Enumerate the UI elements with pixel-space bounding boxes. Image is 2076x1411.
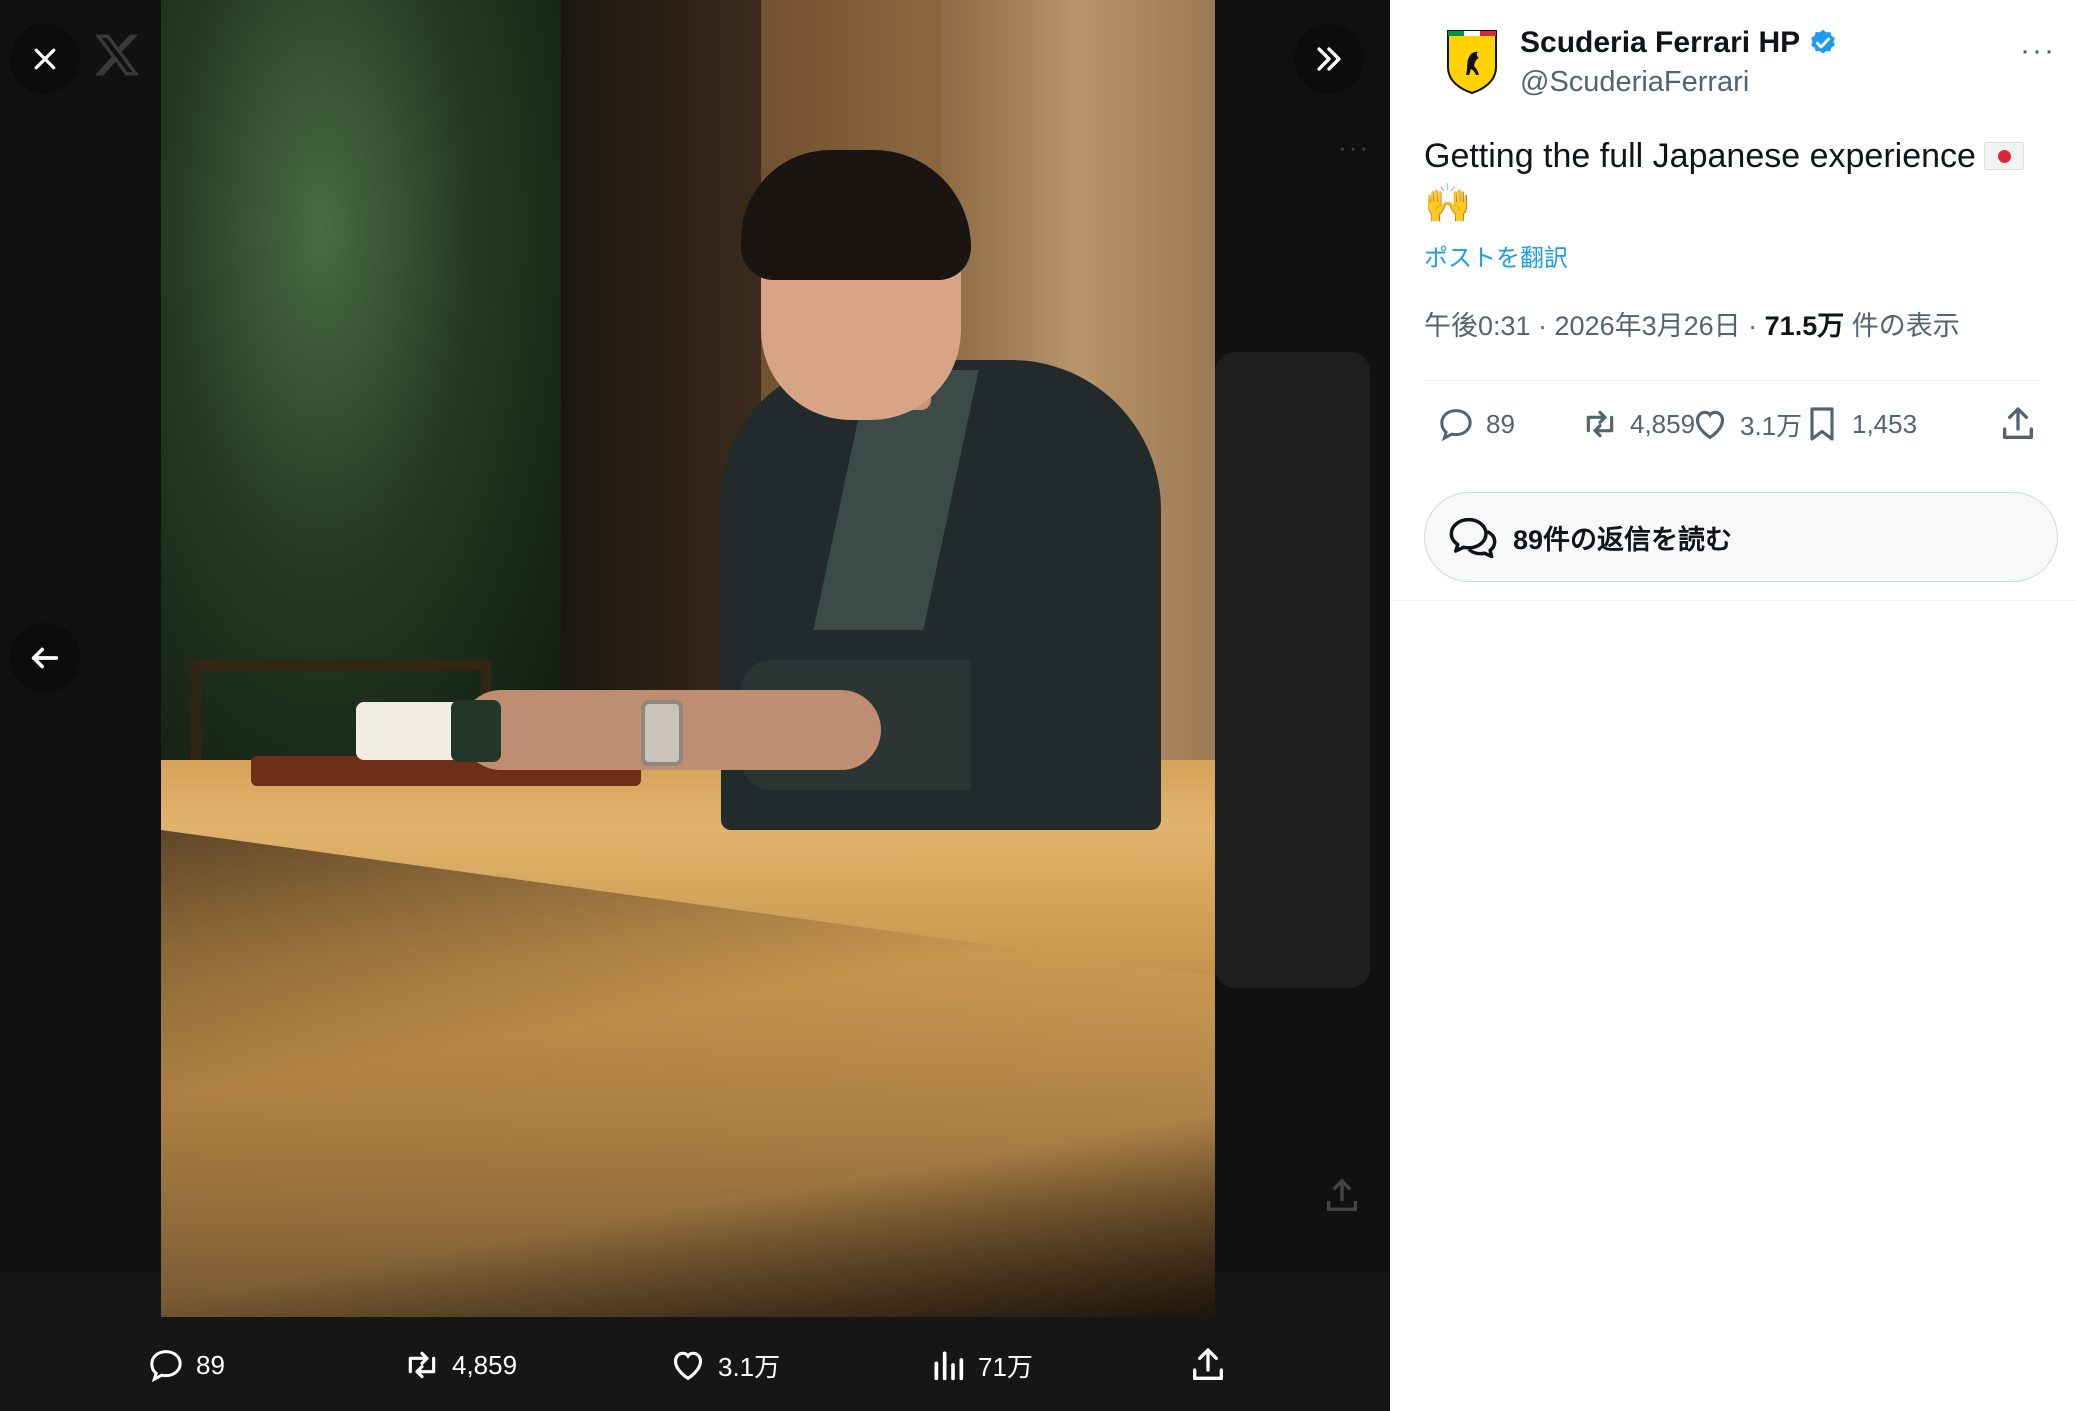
post-meta: 午後0:31 · 2026年3月26日 · 71.5万 件の表示 xyxy=(1424,304,1960,343)
author-handle[interactable]: @ScuderiaFerrari xyxy=(1520,66,1749,99)
background-card xyxy=(1215,352,1370,988)
repost-button[interactable]: 4,859 xyxy=(1580,404,1695,444)
photo-person-hair xyxy=(741,150,971,280)
media-views-button[interactable]: 71万 xyxy=(928,1330,1033,1400)
bookmark-button[interactable]: 1,453 xyxy=(1802,404,1917,444)
media-like-button[interactable]: 3.1万 xyxy=(668,1330,780,1400)
heart-icon xyxy=(1695,410,1725,440)
previous-button[interactable] xyxy=(10,623,80,693)
heart-icon xyxy=(673,1351,703,1381)
post-photo[interactable] xyxy=(161,0,1215,1317)
raising-hands-emoji: 🙌 xyxy=(1424,183,1472,225)
repost-icon xyxy=(1586,410,1614,438)
like-count: 3.1万 xyxy=(1740,410,1803,441)
author-name-text: Scuderia Ferrari HP xyxy=(1520,26,1801,59)
repost-count: 4,859 xyxy=(1630,408,1696,439)
view-count-label: 件の表示 xyxy=(1844,311,1960,341)
japan-flag-icon xyxy=(1983,142,2024,170)
translate-post-link[interactable]: ポストを翻訳 xyxy=(1424,238,1568,273)
background-more-icon: ··· xyxy=(1338,132,1370,162)
bookmark-count: 1,453 xyxy=(1852,408,1918,439)
media-share-button[interactable] xyxy=(1188,1330,1228,1400)
post-action-bar: 89 4,859 3.1万 1,453 xyxy=(1436,404,2052,454)
media-reply-button[interactable]: 89 xyxy=(146,1330,225,1400)
media-viewer: ··· 89 4,859 3.1万 71万 xyxy=(0,0,1390,1411)
close-button[interactable] xyxy=(10,24,80,94)
reply-icon xyxy=(1440,409,1472,442)
verified-badge-icon xyxy=(1811,29,1835,54)
media-action-bar: 89 4,859 3.1万 71万 xyxy=(0,1330,1390,1400)
photo-towel xyxy=(356,702,466,760)
double-chevron-right-icon xyxy=(1317,47,1341,71)
speech-bubbles-icon xyxy=(1449,517,1497,559)
avatar[interactable] xyxy=(1436,26,1508,98)
reply-icon xyxy=(150,1350,182,1383)
reply-count: 89 xyxy=(1486,408,1515,439)
view-count: 71.5万 xyxy=(1764,311,1845,341)
photo-cup xyxy=(451,700,501,762)
post-text-body: Getting the full Japanese experience xyxy=(1424,137,1976,175)
repost-icon xyxy=(408,1351,436,1379)
author-name[interactable]: Scuderia Ferrari HP xyxy=(1520,26,1838,60)
views-chart-icon xyxy=(934,1351,964,1381)
media-repost-count: 4,859 xyxy=(452,1349,518,1380)
share-icon xyxy=(2003,407,2033,439)
share-button[interactable] xyxy=(1998,404,2038,444)
post-timestamp[interactable]: 午後0:31 · 2026年3月26日 · xyxy=(1424,311,1765,341)
media-reply-count: 89 xyxy=(196,1349,225,1380)
photo-window xyxy=(161,0,561,760)
arrow-left-icon xyxy=(31,647,59,669)
close-icon xyxy=(34,48,56,70)
x-logo-icon[interactable] xyxy=(92,30,142,80)
photo-watch xyxy=(641,700,683,766)
more-dots-icon[interactable]: ··· xyxy=(2020,34,2056,68)
share-icon xyxy=(1193,1348,1223,1380)
media-repost-button[interactable]: 4,859 xyxy=(402,1330,517,1400)
media-like-count: 3.1万 xyxy=(718,1351,781,1382)
read-replies-button[interactable]: 89件の返信を読む xyxy=(1424,492,2058,582)
background-share-icon xyxy=(1327,1178,1357,1211)
media-viewer-screen: ··· 89 4,859 3.1万 71万 Scuderia Ferrari H… xyxy=(0,0,2076,1411)
ferrari-shield-logo-icon xyxy=(1447,30,1497,95)
like-button[interactable]: 3.1万 xyxy=(1690,404,1802,444)
divider xyxy=(1424,380,2040,381)
media-views-count: 71万 xyxy=(978,1351,1033,1382)
expand-panel-button[interactable] xyxy=(1294,24,1364,94)
read-replies-label: 89件の返信を読む xyxy=(1513,524,1733,555)
divider xyxy=(1390,600,2076,601)
post-detail-panel: Scuderia Ferrari HP @ScuderiaFerrari ···… xyxy=(1390,0,2076,1411)
bookmark-icon xyxy=(1810,407,1834,441)
reply-button[interactable]: 89 xyxy=(1436,404,1515,444)
post-text: Getting the full Japanese experience 🙌 xyxy=(1424,132,2044,229)
